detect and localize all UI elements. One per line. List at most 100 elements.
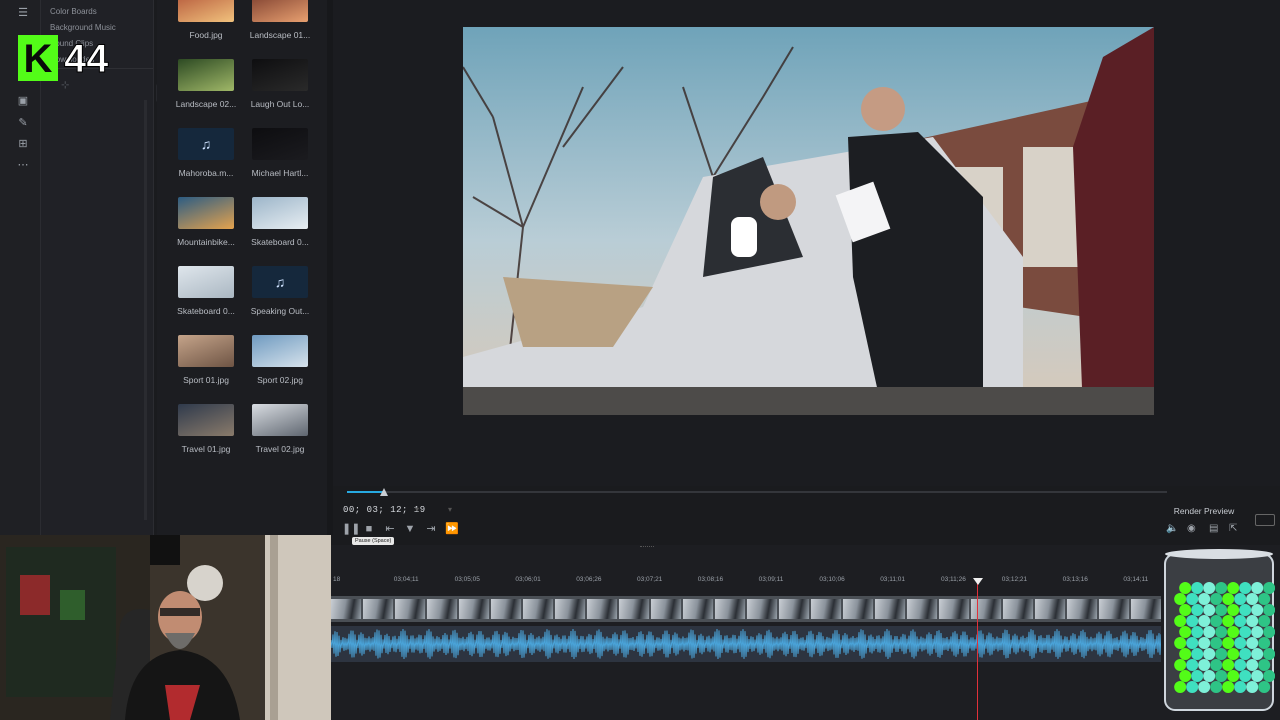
video-frame-thumbnail [395,599,425,619]
ruler-tick-label: 03;04;11 [393,576,419,583]
jar-token [1234,615,1247,627]
jar-token [1210,637,1223,649]
camera-icon[interactable]: ◉ [1187,523,1196,534]
stop-icon[interactable]: ■ [361,522,377,536]
category-color-boards[interactable]: Color Boards [50,7,97,16]
media-thumbnail[interactable] [252,404,308,436]
jar-token [1251,626,1264,638]
effects-icon[interactable]: ▣ [15,94,31,108]
media-thumbnail[interactable] [178,266,234,298]
webcam-feed [0,535,331,720]
jar-token [1222,681,1235,693]
video-frame-thumbnail [587,599,617,619]
video-frame-thumbnail [427,599,457,619]
jar-token [1234,593,1247,605]
jar-token [1198,637,1211,649]
fast-forward-icon[interactable]: ⏩ [444,522,460,536]
jar-token [1174,637,1187,649]
jar-token [1191,582,1204,594]
category-background-music[interactable]: Background Music [50,23,116,32]
pen-icon[interactable]: ✎ [15,116,31,130]
kick-logo-letter: K [24,37,53,81]
media-thumbnail[interactable] [178,59,234,91]
scrubber-progress [347,491,384,493]
jar-token [1263,604,1275,616]
previous-frame-icon[interactable]: ⇤ [382,522,398,536]
jar-token [1191,604,1204,616]
volume-icon[interactable]: 🔈 [1166,523,1178,534]
undock-icon[interactable]: ⇱ [1229,523,1237,534]
ruler-tick-label: 03;10;06 [819,576,845,583]
playhead-handle[interactable] [973,578,983,585]
category-scrollbar[interactable] [144,100,147,520]
video-track[interactable] [331,596,1161,622]
media-label: Mahoroba.m... [178,168,234,178]
jar-token [1198,659,1211,671]
media-thumbnail[interactable] [252,128,308,160]
jar-token [1227,582,1240,594]
jar-token [1222,615,1235,627]
video-frame-thumbnail [811,599,841,619]
render-preview-button[interactable]: Render Preview [1170,505,1238,518]
aspect-ratio-icon[interactable] [1255,514,1275,526]
timeline-playhead[interactable] [977,578,978,720]
jar-token [1234,637,1247,649]
jar-token [1239,648,1252,660]
next-frame-icon[interactable]: ⇥ [423,522,439,536]
jar-token [1191,648,1204,660]
ruler-tick-label: 03;12;21 [1001,576,1028,583]
media-thumbnail[interactable]: ♫ [252,266,308,298]
zoom-dropdown-icon[interactable]: ▾ [415,505,419,514]
jar-token [1215,626,1228,638]
video-frame-thumbnail [843,599,873,619]
jar-token [1227,604,1240,616]
media-label: Sport 02.jpg [257,375,303,385]
jar-token [1210,593,1223,605]
media-thumbnail[interactable] [252,0,308,22]
chevron-down-icon[interactable]: ▾ [448,505,452,514]
jar-token [1174,681,1187,693]
video-frame-thumbnail [779,599,809,619]
media-label: Food.jpg [189,30,223,40]
jar-token [1179,626,1192,638]
media-grid: Food.jpg Landscape 01... Landscape 02... La… [157,0,327,535]
ruler-tick-label: 03;06;26 [576,576,602,583]
jar-token [1263,582,1275,594]
media-thumbnail[interactable] [178,335,234,367]
ruler-tick-label: 03;06;01 [515,576,541,583]
jar-token [1191,670,1204,682]
sticker-icon[interactable]: ⊞ [15,137,31,151]
video-frame-thumbnail [1099,599,1129,619]
jar-token [1239,604,1252,616]
media-thumbnail[interactable] [178,197,234,229]
media-library-icon[interactable]: ☰ [15,6,31,20]
media-thumbnail[interactable] [252,335,308,367]
jar-token [1222,659,1235,671]
media-thumbnail[interactable] [252,59,308,91]
jar-token [1198,593,1211,605]
jar-token [1198,615,1211,627]
media-thumbnail[interactable]: ♫ [178,128,234,160]
media-thumbnail[interactable] [178,404,234,436]
media-thumbnail[interactable] [252,197,308,229]
media-label: Michael Hartl... [251,168,309,178]
scrubber-handle[interactable] [379,488,388,496]
jar-token [1215,670,1228,682]
jar-token [1210,615,1223,627]
ruler-tick-label: 03;07;21 [637,576,663,583]
snapshot-icon[interactable]: ▼ [402,522,418,536]
video-frame-thumbnail [715,599,745,619]
pause-icon[interactable]: ❚❚ [342,522,360,536]
jar-token [1179,648,1192,660]
settings-icon[interactable]: ▤ [1209,523,1218,534]
timecode-display[interactable]: 00; 03; 12; 19 [343,505,426,515]
preview-scrubber[interactable] [347,490,1167,494]
jar-token [1227,626,1240,638]
more-icon[interactable]: ⋯ [15,158,31,172]
audio-track[interactable] [331,626,1161,662]
ruler-tick-label: 03;11;01 [880,576,906,583]
media-thumbnail[interactable] [178,0,234,22]
resize-handle[interactable] [640,546,654,549]
jar-token [1215,582,1228,594]
media-label: Speaking Out... [250,306,310,316]
